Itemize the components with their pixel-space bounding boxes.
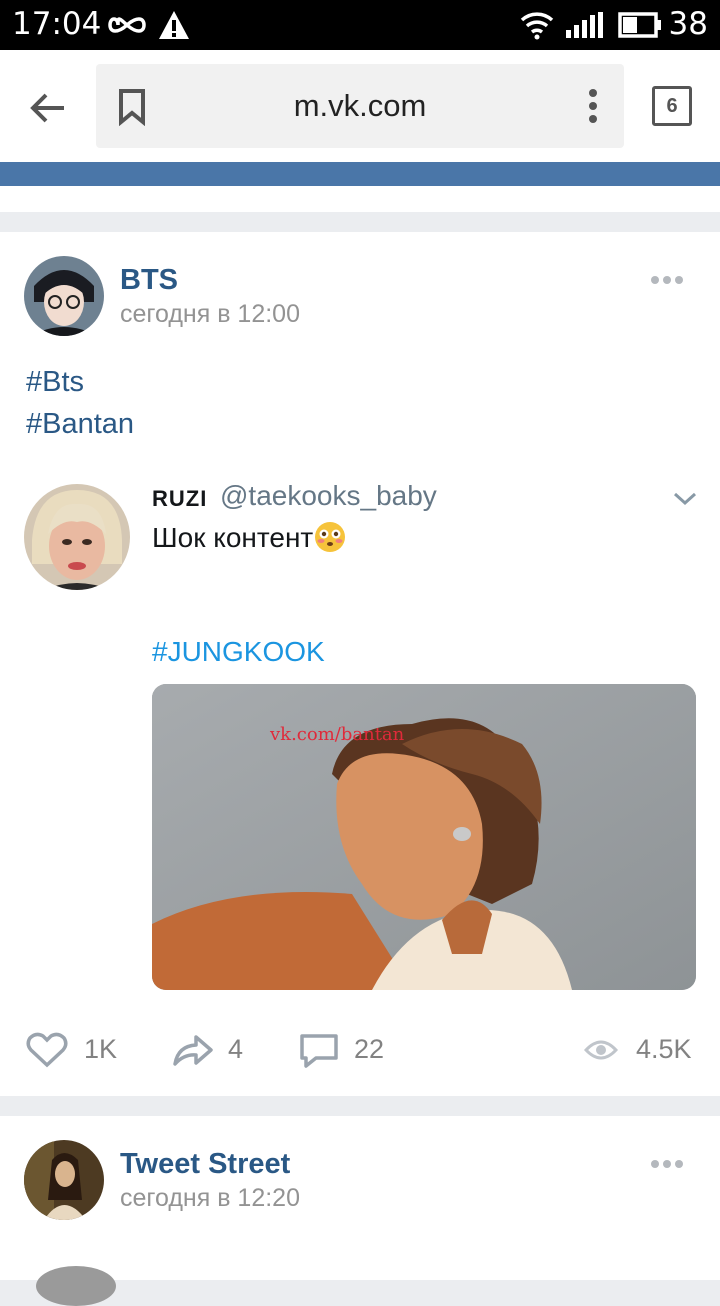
address-bar[interactable]: m.vk.com bbox=[96, 64, 624, 148]
more-options-icon[interactable] bbox=[650, 274, 684, 286]
avatar[interactable] bbox=[24, 1140, 104, 1220]
tweet-screenshot[interactable]: RUZI @taekooks_baby Шок контент #JUNGKOO… bbox=[0, 468, 720, 1008]
avatar[interactable] bbox=[24, 256, 104, 336]
overflow-menu-icon[interactable] bbox=[578, 86, 608, 126]
browser-toolbar: m.vk.com 6 bbox=[0, 50, 720, 162]
comment-icon[interactable] bbox=[298, 1032, 340, 1068]
next-post-avatar-peek bbox=[36, 1266, 116, 1306]
eye-icon bbox=[584, 1040, 618, 1060]
likes-count[interactable]: 1K bbox=[84, 1034, 117, 1065]
url-text[interactable]: m.vk.com bbox=[96, 88, 624, 124]
infinity-icon bbox=[108, 17, 146, 33]
tweet-text: Шок контент bbox=[152, 522, 346, 554]
post-author[interactable]: BTS bbox=[120, 264, 178, 297]
status-time: 17:04 bbox=[12, 6, 102, 42]
hashtag-link[interactable]: #Bts bbox=[26, 366, 84, 399]
battery-level: 38 bbox=[668, 6, 708, 42]
tweet-hashtag: #JUNGKOOK bbox=[152, 636, 325, 667]
back-arrow-icon[interactable] bbox=[24, 84, 72, 132]
chevron-down-icon bbox=[673, 492, 697, 506]
share-icon[interactable] bbox=[172, 1032, 214, 1068]
wifi-icon bbox=[520, 12, 554, 40]
tab-switcher-button[interactable]: 6 bbox=[652, 86, 692, 126]
hashtag-link[interactable]: #Bantan bbox=[26, 408, 134, 441]
tweet-author-name: RUZI bbox=[152, 486, 208, 511]
signal-icon bbox=[566, 12, 603, 38]
post: BTS сегодня в 12:00 #Bts #Bantan RUZI @t… bbox=[0, 232, 720, 1096]
vk-header-strip bbox=[0, 162, 720, 186]
post-time[interactable]: сегодня в 12:20 bbox=[120, 1184, 300, 1213]
tweet-text-content: Шок контент bbox=[152, 522, 314, 553]
feed-top-spacer bbox=[0, 186, 720, 212]
tweet-author-handle: @taekooks_baby bbox=[220, 480, 437, 511]
post-author[interactable]: Tweet Street bbox=[120, 1148, 290, 1181]
comments-count[interactable]: 22 bbox=[354, 1034, 384, 1065]
battery-icon bbox=[618, 12, 661, 38]
flushed-emoji-icon bbox=[315, 522, 346, 552]
views-count: 4.5K bbox=[636, 1034, 692, 1064]
more-options-icon[interactable] bbox=[650, 1158, 684, 1170]
post-actions: 1K 4 22 4.5K bbox=[0, 1028, 720, 1076]
post: Tweet Street сегодня в 12:20 bbox=[0, 1116, 720, 1306]
tweet-photo: vk.com/bantan bbox=[152, 684, 696, 990]
warning-icon bbox=[159, 11, 189, 39]
status-bar: 17:04 38 bbox=[0, 0, 720, 50]
heart-icon[interactable] bbox=[26, 1032, 68, 1068]
shares-count[interactable]: 4 bbox=[228, 1034, 243, 1065]
tweet-avatar bbox=[24, 484, 130, 590]
post-time[interactable]: сегодня в 12:00 bbox=[120, 300, 300, 329]
photo-watermark: vk.com/bantan bbox=[270, 724, 405, 745]
